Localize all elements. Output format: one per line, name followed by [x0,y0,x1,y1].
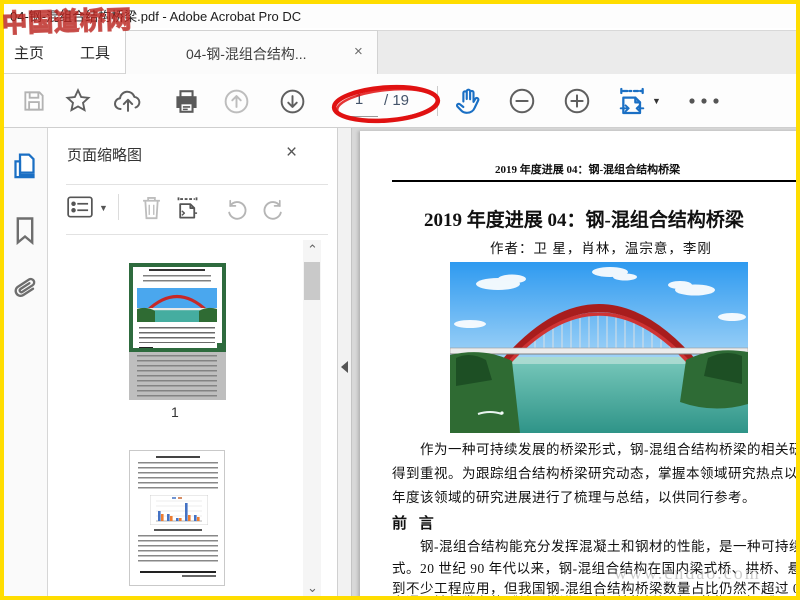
panel-close-icon[interactable]: × [286,142,297,164]
cloud-upload-icon[interactable] [112,85,144,117]
zoom-out-icon[interactable] [506,85,538,117]
acrobat-window: 04-钢-混组合结构桥梁.pdf - Adobe Acrobat Pro DC … [0,0,800,600]
thumbnail-visible-area[interactable] [129,263,226,352]
tab-bar: 主页 工具 04-钢-混组合结构... × [0,28,800,74]
title-bar: 04-钢-混组合结构桥梁.pdf - Adobe Acrobat Pro DC [0,0,800,28]
fit-width-icon[interactable] [614,85,650,117]
thumbnail-resize-handle[interactable] [217,343,226,352]
thumbnail-page-1-label: 1 [171,404,179,420]
paragraph-1-line-1: 作为一种可持续发展的桥梁形式，钢-混组合结构桥梁的相关研究与工程应用日益 [420,442,800,457]
page-thumbnails-icon[interactable] [11,152,38,182]
attachments-icon[interactable] [11,274,39,306]
page-number-underline [344,116,378,117]
save-icon[interactable] [18,85,50,117]
tab-tools[interactable]: 工具 [80,42,110,63]
running-head: 2019 年度进展 04：钢-混组合结构桥梁 [495,164,681,176]
document-area: 2019 年度进展 04：钢-混组合结构桥梁 2019 年度进展 04：钢-混组… [352,128,800,600]
print-icon[interactable] [170,85,202,117]
trash-icon[interactable] [136,192,166,222]
window-title: 04-钢-混组合结构桥梁.pdf - Adobe Acrobat Pro DC [10,9,302,24]
tab-bar-spacer [378,30,800,74]
main-toolbar: / 19 ▼ [0,74,800,128]
star-icon[interactable] [62,85,94,117]
collapse-panel-icon[interactable] [340,360,349,374]
toolbar-divider [437,86,438,116]
rotate-right-icon[interactable] [258,194,288,224]
panel-divider [66,184,328,185]
tab-home[interactable]: 主页 [14,42,44,63]
paragraph-2-line-1: 钢-混组合结构能充分发挥混凝土和钢材的性能，是一种可持续发展的桥梁结构形 [420,539,800,554]
document-authors: 作者：卫 星，肖林，温宗意，李刚 [490,241,712,256]
zoom-in-icon[interactable] [561,85,593,117]
thumbnails-panel: 页面缩略图 × ▼ 1 ⌃ ⌄ [48,128,338,600]
paragraph-2-line-4: 交通运输部发布的《关于推进公路钢结构桥梁建设的指导意见》要求，到“十三五”末 [392,593,800,600]
section-heading: 前 言 [392,516,438,532]
more-tools-icon[interactable] [684,85,724,117]
paragraph-1-line-3: 年度该领域的研究进展进行了梳理与总结，以供同行参考。 [392,490,756,505]
thumbnail-page-2[interactable] [129,450,225,586]
scroll-up-icon[interactable]: ⌃ [307,242,318,258]
crop-pages-icon[interactable] [172,192,202,222]
scroll-down-icon[interactable]: ⌄ [307,580,318,596]
panel-divider-2 [66,234,328,235]
thumbnail-page-1[interactable] [129,263,226,400]
bridge-figure [450,262,748,433]
page-count-label: / 19 [384,92,410,109]
next-page-icon[interactable] [276,85,308,117]
page-number-input[interactable] [340,90,378,109]
panel-splitter[interactable] [338,128,352,600]
thumbnail-offscreen-shade [129,352,226,400]
fit-width-dropdown-caret[interactable]: ▼ [652,96,661,106]
hand-tool-icon[interactable] [452,85,484,117]
options-caret-icon[interactable]: ▼ [99,203,108,213]
paragraph-1-line-2: 得到重视。为跟踪组合结构桥梁研究动态，掌握本领域研究热点以及发展趋势，对 201… [392,466,800,481]
thumbnail-bar-chart [150,495,208,525]
panel-toolbar-divider [118,194,119,220]
paragraph-2-line-2: 式。20 世纪 90 年代以来，钢-混组合结构在国内梁式桥、拱桥、悬索桥及斜拉桥… [392,561,800,576]
header-rule [392,180,800,182]
bookmarks-icon[interactable] [13,216,37,245]
options-icon[interactable] [65,192,95,222]
tab-document-label: 04-钢-混组合结构... [186,46,307,62]
navigation-strip [0,128,48,600]
previous-page-icon[interactable] [220,85,252,117]
document-title: 2019 年度进展 04：钢-混组合结构桥梁 [424,210,744,231]
panel-scrollbar-thumb[interactable] [304,262,320,300]
tab-close-icon[interactable]: × [354,43,363,60]
pdf-page[interactable]: 2019 年度进展 04：钢-混组合结构桥梁 2019 年度进展 04：钢-混组… [360,131,800,600]
rotate-left-icon[interactable] [222,194,252,224]
tab-document[interactable]: 04-钢-混组合结构... × [125,30,378,74]
panel-title: 页面缩略图 [67,147,143,164]
